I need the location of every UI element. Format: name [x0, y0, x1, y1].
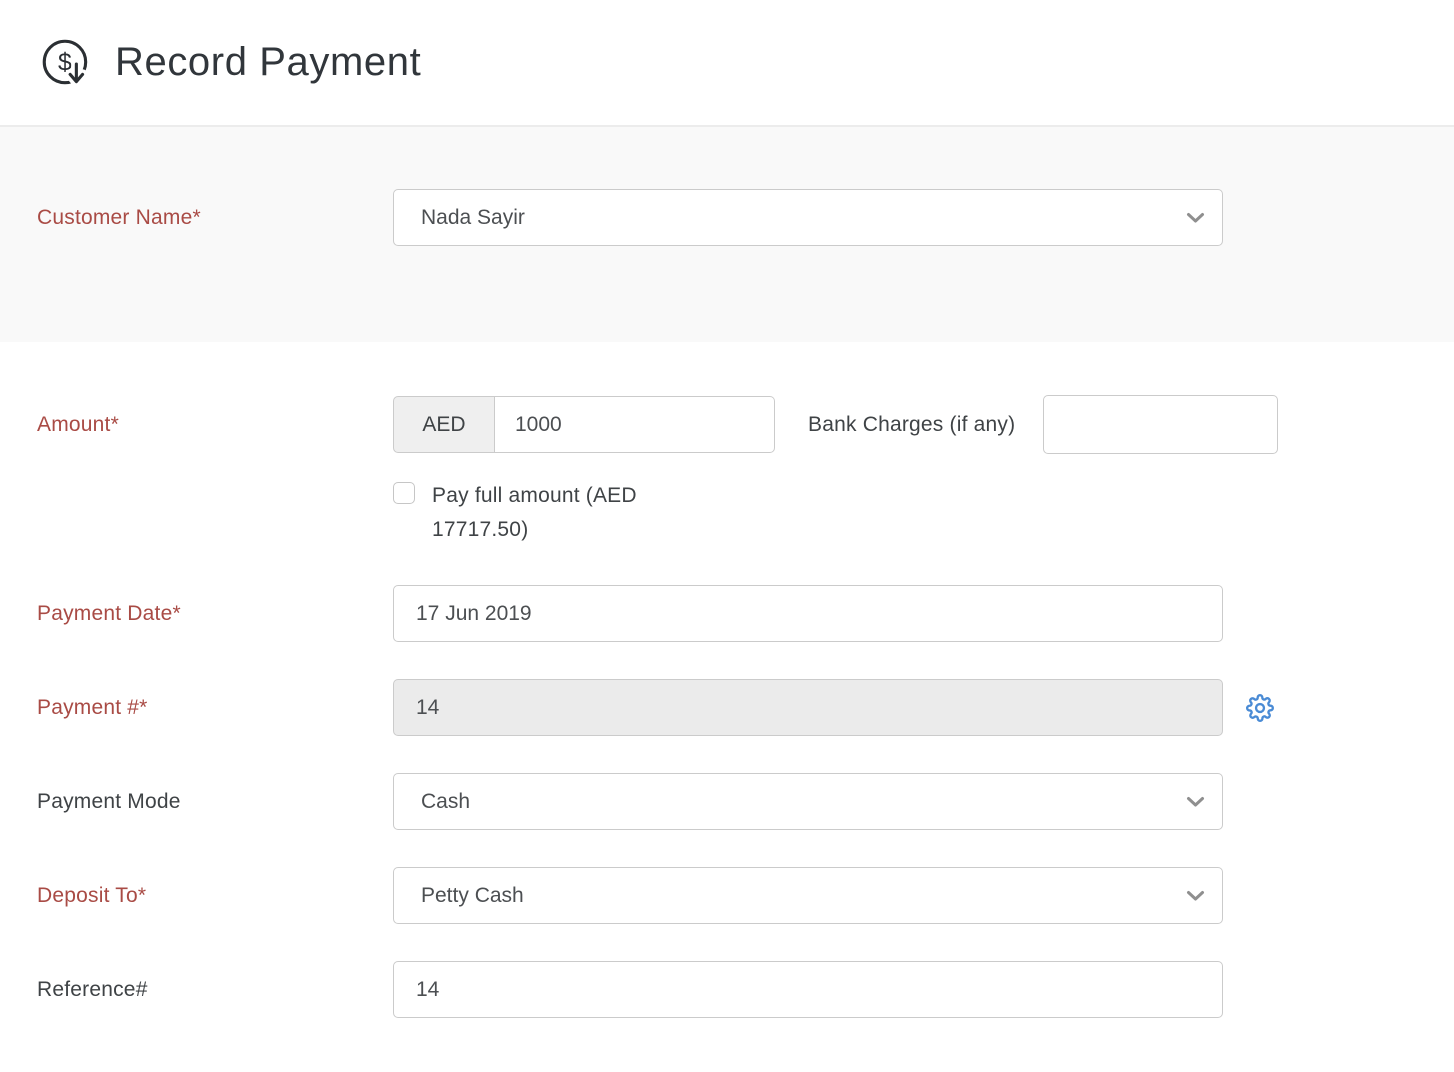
gear-icon: [1246, 710, 1274, 725]
deposit-to-value: Petty Cash: [421, 884, 524, 908]
pay-full-amount-row: Pay full amount (AED 17717.50): [393, 479, 1454, 547]
page-header: $ Record Payment: [0, 0, 1454, 127]
customer-name-select[interactable]: Nada Sayir: [393, 189, 1223, 246]
chevron-down-icon: [1186, 890, 1205, 902]
pay-full-amount-checkbox[interactable]: [393, 482, 415, 504]
currency-code: AED: [393, 396, 495, 453]
payment-mode-value: Cash: [421, 790, 470, 814]
chevron-down-icon: [1186, 796, 1205, 808]
amount-input-group: AED: [393, 396, 775, 453]
reference-input[interactable]: [393, 961, 1223, 1018]
customer-name-label: Customer Name*: [0, 206, 393, 230]
customer-name-value: Nada Sayir: [421, 206, 525, 230]
bank-charges-label: Bank Charges (if any): [808, 413, 1015, 437]
customer-name-row: Customer Name* Nada Sayir: [0, 189, 1454, 246]
deposit-to-row: Deposit To* Petty Cash: [0, 867, 1454, 924]
money-received-icon: $: [37, 34, 95, 92]
amount-input[interactable]: [495, 396, 775, 453]
page-title: Record Payment: [115, 40, 421, 85]
payment-number-label: Payment #*: [0, 696, 393, 720]
customer-section: Customer Name* Nada Sayir: [0, 127, 1454, 342]
reference-label: Reference#: [0, 978, 393, 1002]
payment-number-settings-button[interactable]: [1246, 694, 1274, 722]
payment-mode-select[interactable]: Cash: [393, 773, 1223, 830]
payment-date-row: Payment Date*: [0, 585, 1454, 642]
payment-number-row: Payment #*: [0, 679, 1454, 736]
payment-date-input[interactable]: [393, 585, 1223, 642]
payment-form: Amount* AED Bank Charges (if any) Pay fu…: [0, 342, 1454, 1018]
payment-date-label: Payment Date*: [0, 602, 393, 626]
reference-row: Reference#: [0, 961, 1454, 1018]
deposit-to-select[interactable]: Petty Cash: [393, 867, 1223, 924]
deposit-to-label: Deposit To*: [0, 884, 393, 908]
chevron-down-icon: [1186, 212, 1205, 224]
record-payment-screen: $ Record Payment Customer Name* Nada Say…: [0, 0, 1454, 1072]
payment-number-input: [393, 679, 1223, 736]
bank-charges-input[interactable]: [1043, 395, 1278, 454]
payment-mode-row: Payment Mode Cash: [0, 773, 1454, 830]
amount-label: Amount*: [0, 413, 393, 437]
payment-mode-label: Payment Mode: [0, 790, 393, 814]
amount-row: Amount* AED Bank Charges (if any): [0, 395, 1454, 454]
pay-full-amount-label[interactable]: Pay full amount (AED 17717.50): [432, 479, 714, 547]
